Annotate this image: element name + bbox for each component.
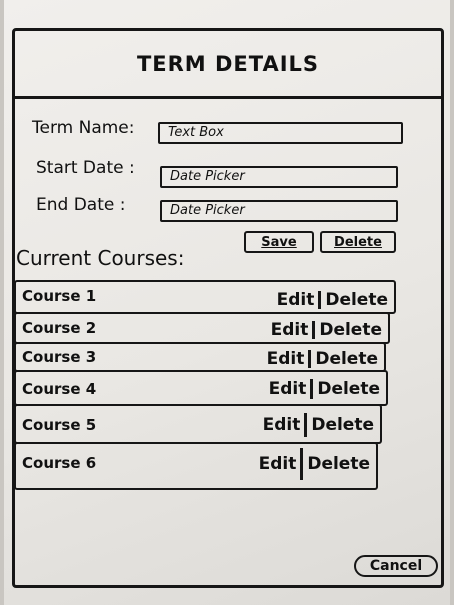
- cancel-button[interactable]: Cancel: [354, 555, 438, 577]
- term-name-input[interactable]: Text Box: [158, 122, 403, 144]
- delete-course-link[interactable]: Delete: [315, 349, 378, 369]
- course-name: Course 3: [22, 348, 97, 366]
- course-row: Course 3 Edit Delete: [14, 342, 386, 372]
- edit-course-link[interactable]: Edit: [263, 415, 301, 435]
- delete-course-link[interactable]: Delete: [319, 320, 382, 340]
- course-list: Course 1 Edit Delete Course 2 Edit Delet…: [14, 280, 396, 490]
- course-name: Course 1: [22, 287, 97, 305]
- delete-course-link[interactable]: Delete: [307, 454, 370, 474]
- edit-course-link[interactable]: Edit: [271, 320, 309, 340]
- term-name-label: Term Name:: [32, 118, 135, 138]
- edit-course-link[interactable]: Edit: [269, 379, 307, 399]
- start-date-picker[interactable]: Date Picker: [160, 166, 398, 188]
- edit-course-link[interactable]: Edit: [277, 290, 315, 310]
- course-row: Course 2 Edit Delete: [14, 312, 390, 344]
- course-name: Course 6: [22, 454, 97, 472]
- page-title: TERM DETAILS: [136, 51, 320, 76]
- delete-course-link[interactable]: Delete: [311, 415, 374, 435]
- end-date-label: End Date :: [36, 195, 126, 215]
- separator: [304, 413, 308, 437]
- course-row: Course 6 Edit Delete: [14, 442, 378, 490]
- separator: [310, 379, 314, 399]
- header: TERM DETAILS: [15, 31, 441, 99]
- separator: [300, 448, 304, 480]
- delete-term-button[interactable]: Delete: [320, 231, 396, 253]
- separator: [308, 350, 312, 368]
- course-actions: Edit Delete: [267, 349, 378, 369]
- current-courses-heading: Current Courses:: [16, 246, 185, 270]
- course-name: Course 2: [22, 319, 97, 337]
- course-actions: Edit Delete: [269, 379, 380, 399]
- edit-course-link[interactable]: Edit: [259, 454, 297, 474]
- start-date-label: Start Date :: [36, 158, 135, 178]
- course-row: Course 4 Edit Delete: [14, 370, 388, 406]
- course-actions: Edit Delete: [263, 413, 374, 437]
- course-actions: Edit Delete: [271, 320, 382, 340]
- separator: [312, 321, 316, 339]
- save-button[interactable]: Save: [244, 231, 314, 253]
- delete-course-link[interactable]: Delete: [317, 379, 380, 399]
- separator: [318, 291, 322, 309]
- course-actions: Edit Delete: [259, 448, 370, 480]
- course-name: Course 5: [22, 416, 97, 434]
- course-name: Course 4: [22, 380, 97, 398]
- course-row: Course 1 Edit Delete: [14, 280, 396, 314]
- edit-course-link[interactable]: Edit: [267, 349, 305, 369]
- end-date-picker[interactable]: Date Picker: [160, 200, 398, 222]
- delete-course-link[interactable]: Delete: [325, 290, 388, 310]
- course-actions: Edit Delete: [277, 290, 388, 310]
- course-row: Course 5 Edit Delete: [14, 404, 382, 444]
